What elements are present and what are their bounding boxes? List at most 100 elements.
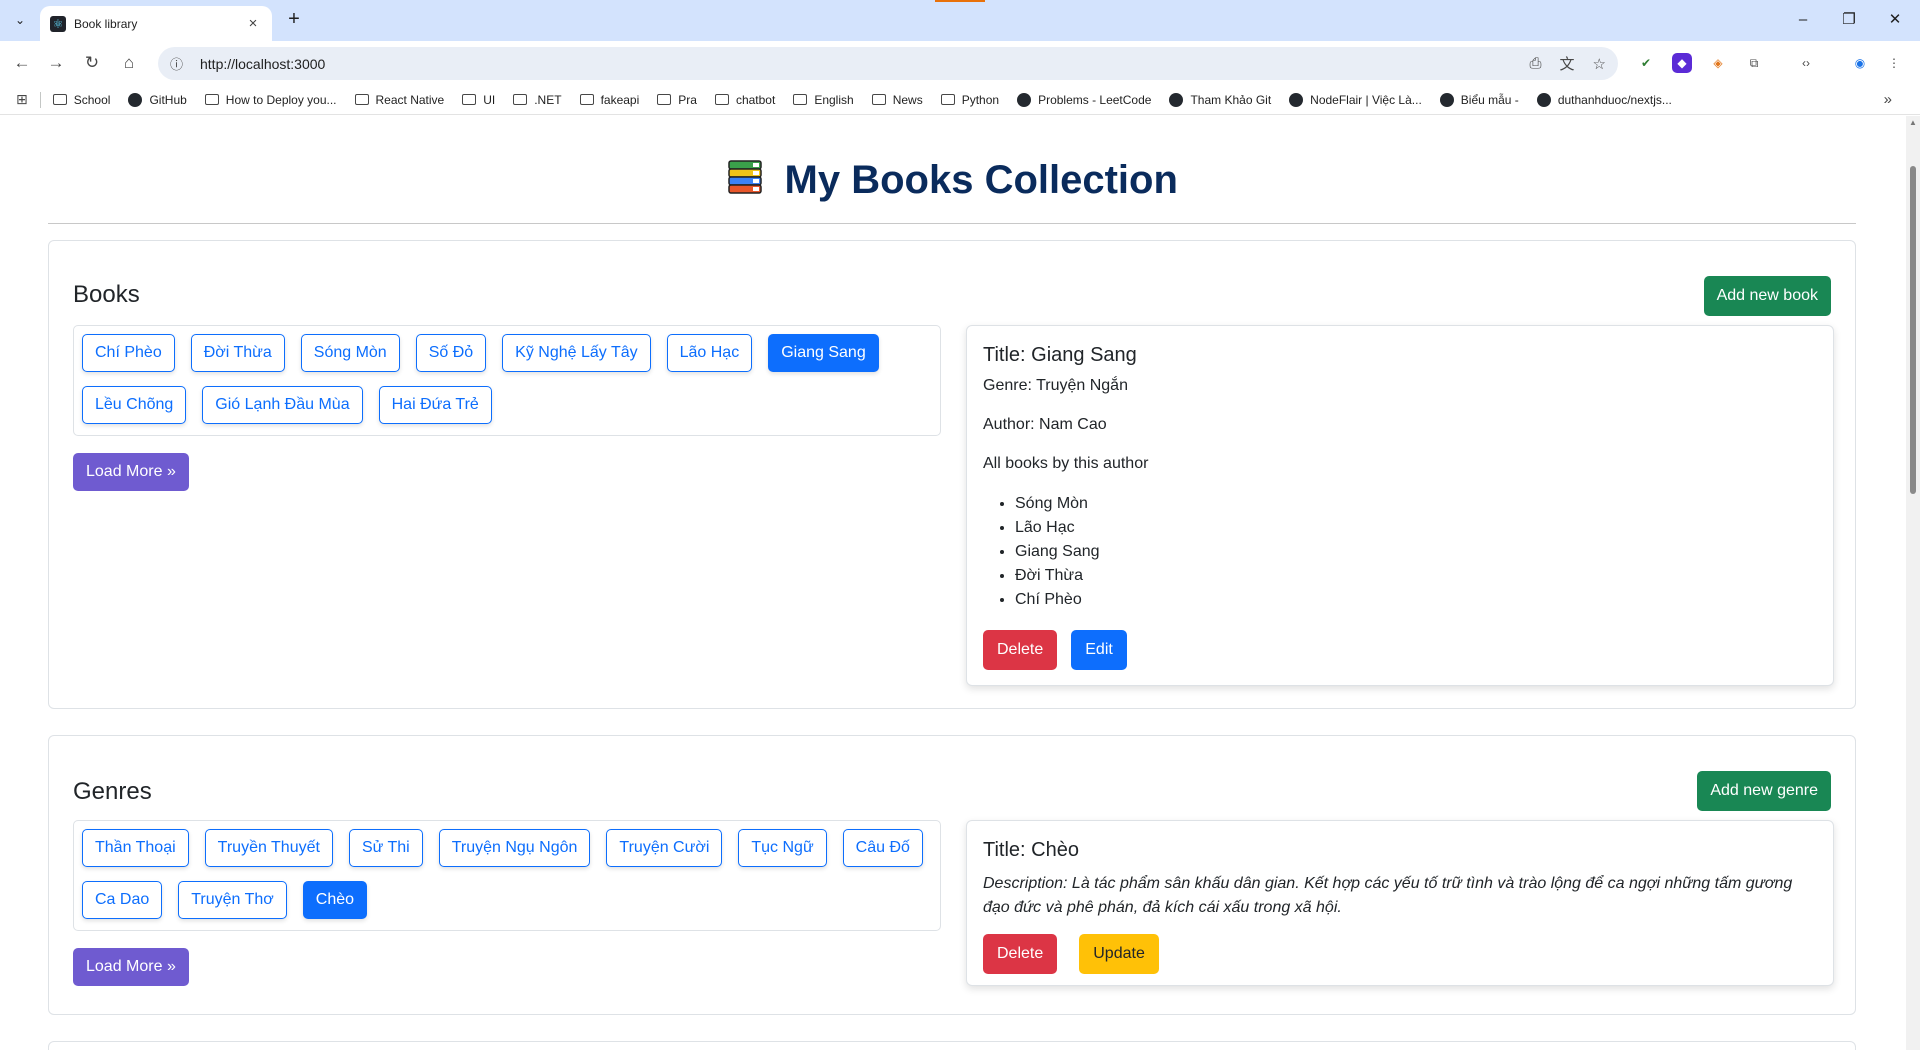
book-giang-sang-button[interactable]: Giang Sang xyxy=(768,334,879,372)
book-gio-lanh-dau-mua-button[interactable]: Gió Lạnh Đầu Mùa xyxy=(202,386,363,424)
bookmark-label: duthanhduoc/nextjs... xyxy=(1557,92,1672,107)
genre-truyen-ngu-ngon-button[interactable]: Truyện Ngụ Ngôn xyxy=(438,829,591,867)
extension-badge-icon[interactable]: ◆ xyxy=(1672,53,1692,73)
bookmark-duthanhduoc-nextjs[interactable]: duthanhduoc/nextjs... xyxy=(1536,92,1672,107)
reload-icon[interactable]: ↻ xyxy=(79,50,105,76)
back-arrow-icon[interactable]: ← xyxy=(9,50,35,76)
books-load-more-button[interactable]: Load More » xyxy=(73,453,189,491)
bookmarks-overflow-icon[interactable]: » xyxy=(1884,91,1892,108)
window-close-icon[interactable]: ✕ xyxy=(1872,8,1918,32)
bookmark-news[interactable]: News xyxy=(871,93,923,107)
genre-su-thi-button[interactable]: Sử Thi xyxy=(348,829,423,867)
bookmark-problems-leetcode[interactable]: Problems - LeetCode xyxy=(1017,92,1151,107)
bookmark-fakeapi[interactable]: fakeapi xyxy=(579,92,640,107)
bookmark-how-to-deploy-you[interactable]: How to Deploy you... xyxy=(204,93,337,107)
bookmark-english[interactable]: English xyxy=(793,93,854,107)
book-chi-pheo-button[interactable]: Chí Phèo xyxy=(82,334,175,372)
bookmarks-divider xyxy=(39,91,41,108)
genre-ca-dao-button[interactable]: Ca Dao xyxy=(82,881,163,919)
genre-than-thoai-button[interactable]: Thần Thoại xyxy=(82,829,189,867)
url-text[interactable]: http://localhost:3000 xyxy=(200,56,1512,72)
genres-load-more-button[interactable]: Load More » xyxy=(73,948,189,986)
page-viewport: My Books Collection Books Add new book C… xyxy=(0,116,1906,1050)
genre-cau-do-button[interactable]: Câu Đố xyxy=(842,829,923,867)
add-new-genre-button[interactable]: Add new genre xyxy=(1697,771,1831,811)
tab-search-chevron-icon[interactable]: ⌄ xyxy=(8,8,32,32)
delete-genre-button[interactable]: Delete xyxy=(983,934,1058,974)
react-favicon-icon: ⚛ xyxy=(50,15,66,32)
genre-row: Thần Thoại Truyền Thuyết Sử Thi Truyện Ngụ … xyxy=(82,829,940,867)
bookmark-tham-khao-git[interactable]: Tham Khảo Git xyxy=(1169,92,1271,107)
bookmark-react-native[interactable]: React Native xyxy=(354,93,444,107)
devtools-code-icon[interactable]: ‹› xyxy=(1796,53,1816,73)
bookmark-label: UI xyxy=(483,92,496,107)
author-book-item: Sóng Mòn xyxy=(1015,492,1817,516)
bookmark-python[interactable]: Python xyxy=(940,92,1000,107)
update-genre-button[interactable]: Update xyxy=(1079,934,1159,974)
genre-truyen-tho-button[interactable]: Truyện Thơ xyxy=(178,881,287,919)
browser-menu-icon[interactable]: ⋮ xyxy=(1884,53,1904,73)
book-row: Chí Phèo Đời Thừa Sóng Mòn Số Đỏ Kỹ Nghệ Lấy… xyxy=(82,334,940,372)
bookmark-ui[interactable]: UI xyxy=(462,93,495,107)
browser-toolbar: ← → ↻ ⌂ ⓘ http://localhost:3000 ⎙ 文 ☆ ✔ … xyxy=(0,41,1920,85)
page-scrollbar[interactable]: ▲ xyxy=(1906,116,1920,1050)
scrollbar-thumb[interactable] xyxy=(1910,166,1916,494)
book-doi-thua-button[interactable]: Đời Thừa xyxy=(190,334,285,372)
restore-icon[interactable]: ❐ xyxy=(1826,8,1872,32)
new-tab-plus-icon[interactable]: + xyxy=(282,8,306,32)
tab-strip-accent xyxy=(935,0,985,2)
extension-metamask-icon[interactable]: ◈ xyxy=(1708,53,1728,73)
bookmark-label: .NET xyxy=(534,92,562,107)
bookmark-chatbot[interactable]: chatbot xyxy=(714,93,775,107)
bookmark-school[interactable]: School xyxy=(52,93,110,107)
site-favicon-icon xyxy=(1289,92,1304,107)
add-new-book-button[interactable]: Add new book xyxy=(1703,276,1831,316)
books-section-title: Books xyxy=(73,281,140,308)
install-app-icon[interactable]: ⎙ xyxy=(1530,55,1542,72)
books-section: Books Add new book Chí Phèo Đời Thừa Sóng … xyxy=(48,240,1856,709)
page-header: My Books Collection xyxy=(48,158,1856,224)
bookmark-label: fakeapi xyxy=(600,92,640,107)
scroll-up-arrow-icon[interactable]: ▲ xyxy=(1909,118,1917,127)
translate-icon[interactable]: 文 xyxy=(1560,53,1575,74)
folder-icon xyxy=(462,94,477,105)
book-hai-dua-tre-button[interactable]: Hai Đứa Trẻ xyxy=(378,386,492,424)
extension-feather-icon[interactable]: ✔ xyxy=(1636,53,1656,73)
author-books-label: All books by this author xyxy=(983,455,1149,472)
book-lao-hac-button[interactable]: Lão Hạc xyxy=(666,334,753,372)
home-icon[interactable]: ⌂ xyxy=(116,50,142,76)
genre-detail-title: Title: Chèo xyxy=(983,839,1079,861)
book-row: Lều Chõng Gió Lạnh Đầu Mùa Hai Đứa Trẻ xyxy=(82,386,940,424)
bookmark-star-icon[interactable]: ☆ xyxy=(1593,55,1606,73)
genre-truyen-thuyet-button[interactable]: Truyền Thuyết xyxy=(204,829,333,867)
delete-book-button[interactable]: Delete xyxy=(983,630,1058,670)
genre-truyen-cuoi-button[interactable]: Truyện Cười xyxy=(606,829,723,867)
bookmark-net[interactable]: .NET xyxy=(513,92,562,107)
bookmark-pra[interactable]: Pra xyxy=(657,93,697,107)
site-info-icon[interactable]: ⓘ xyxy=(170,54,190,73)
book-song-mon-button[interactable]: Sóng Mòn xyxy=(300,334,400,372)
author-book-item: Đời Thừa xyxy=(1015,564,1817,588)
bookmark-nodeflair-viec-la[interactable]: NodeFlair | Việc Là... xyxy=(1289,92,1422,107)
profile-avatar-icon[interactable]: ◉ xyxy=(1850,53,1870,73)
address-bar[interactable]: ⓘ http://localhost:3000 ⎙ 文 ☆ xyxy=(158,47,1618,80)
book-detail-genre: Genre: Truyện Ngắn xyxy=(983,377,1128,394)
genre-cheo-button[interactable]: Chèo xyxy=(302,881,368,919)
bookmark-label: Python xyxy=(961,92,1000,107)
genre-tuc-ngu-button[interactable]: Tục Ngữ xyxy=(738,829,827,867)
author-book-item: Chí Phèo xyxy=(1015,588,1817,612)
bookmark-bieu-mau[interactable]: Biểu mẫu - xyxy=(1439,92,1519,107)
forward-arrow-icon[interactable]: → xyxy=(43,50,69,76)
book-leu-chong-button[interactable]: Lều Chõng xyxy=(82,386,187,424)
bookmark-github[interactable]: GitHub xyxy=(128,92,187,107)
book-ky-nghe-lay-tay-button[interactable]: Kỹ Nghệ Lấy Tây xyxy=(502,334,651,372)
tab-close-icon[interactable]: × xyxy=(244,15,262,32)
apps-grid-icon[interactable]: ⊞ xyxy=(16,91,28,108)
minimize-icon[interactable]: – xyxy=(1780,8,1826,32)
browser-tab[interactable]: ⚛ Book library × xyxy=(40,6,272,41)
folder-icon xyxy=(714,94,729,105)
genre-detail-card: Title: Chèo Description: Là tác phẩm sân… xyxy=(966,820,1834,986)
edit-book-button[interactable]: Edit xyxy=(1071,630,1127,670)
extensions-puzzle-icon[interactable]: ⧉ xyxy=(1744,53,1764,73)
book-so-do-button[interactable]: Số Đỏ xyxy=(415,334,487,372)
